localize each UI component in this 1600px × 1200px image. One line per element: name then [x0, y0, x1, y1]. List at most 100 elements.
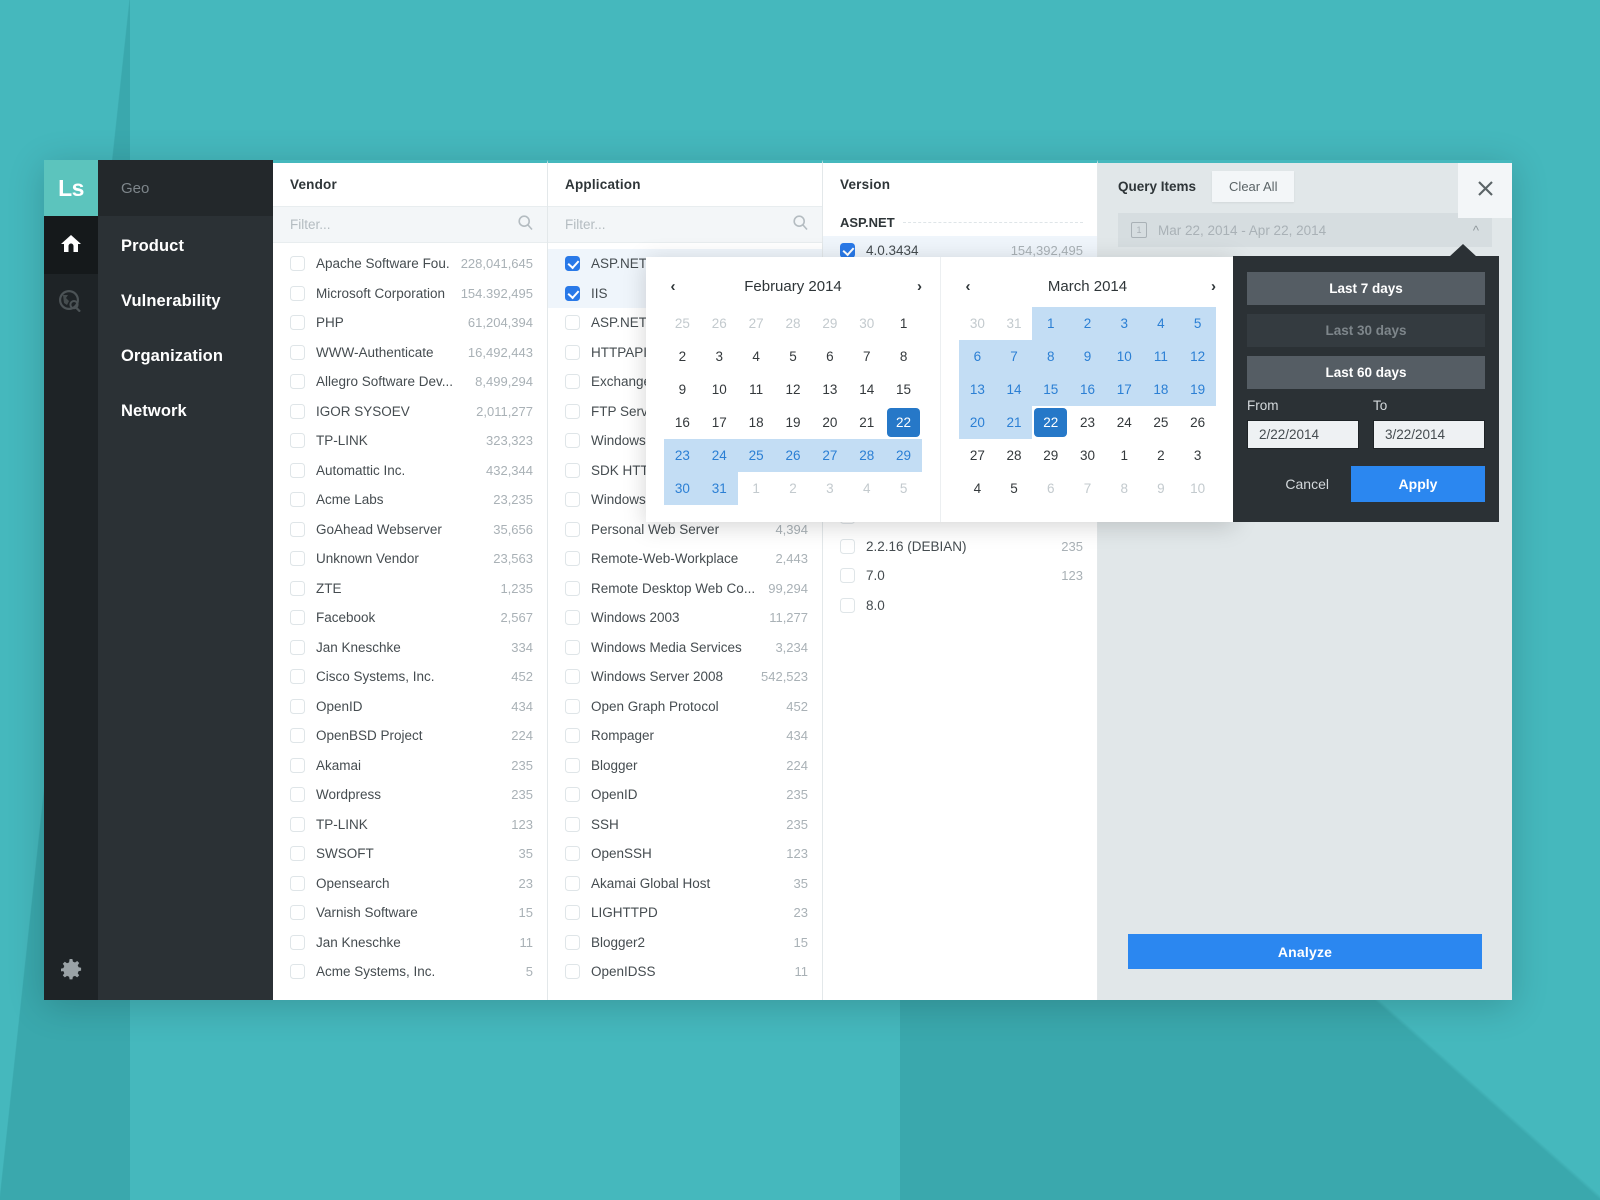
checkbox[interactable] [565, 846, 580, 862]
list-item[interactable]: Varnish Software 15 [273, 898, 547, 928]
checkbox[interactable] [290, 462, 305, 478]
list-item[interactable]: OpenBSD Project 224 [273, 721, 547, 751]
calendar-day[interactable]: 4 [848, 472, 885, 505]
calendar-day[interactable]: 9 [1069, 340, 1106, 373]
close-panel-button[interactable] [1458, 163, 1512, 218]
calendar-day[interactable]: 3 [1179, 439, 1216, 472]
calendar-day[interactable]: 26 [1179, 406, 1216, 439]
list-item[interactable]: Facebook 2,567 [273, 603, 547, 633]
calendar-day[interactable]: 28 [996, 439, 1033, 472]
checkbox[interactable] [290, 728, 305, 744]
list-item[interactable]: OpenSSH 123 [548, 839, 822, 869]
checkbox[interactable] [565, 669, 580, 685]
calendar-day[interactable]: 2 [1143, 439, 1180, 472]
calendar-day[interactable]: 2 [775, 472, 812, 505]
calendar-day[interactable]: 17 [701, 406, 738, 439]
calendar-day[interactable]: 30 [959, 307, 996, 340]
list-item[interactable]: Blogger 224 [548, 751, 822, 781]
checkbox[interactable] [565, 462, 580, 478]
list-item[interactable]: LIGHTTPD 23 [548, 898, 822, 928]
calendar-day[interactable]: 14 [848, 373, 885, 406]
list-item[interactable]: 2.2.16 (DEBIAN) 235 [823, 532, 1097, 562]
calendar-day[interactable]: 30 [664, 472, 701, 505]
calendar-day[interactable]: 17 [1105, 373, 1143, 406]
checkbox[interactable] [565, 875, 580, 891]
checkbox[interactable] [840, 597, 855, 613]
vendor-filter-input[interactable]: Filter... [273, 206, 547, 243]
cancel-button[interactable]: Cancel [1268, 467, 1346, 501]
calendar-day[interactable]: 19 [1179, 373, 1216, 406]
calendar-day[interactable]: 12 [775, 373, 812, 406]
calendar-day[interactable]: 23 [664, 439, 701, 472]
checkbox[interactable] [290, 285, 305, 301]
calendar-day[interactable]: 11 [1142, 340, 1180, 373]
calendar-day[interactable]: 16 [1069, 373, 1106, 406]
calendar-day[interactable]: 4 [959, 472, 996, 505]
checkbox[interactable] [565, 315, 580, 331]
list-item[interactable]: 7.0 123 [823, 561, 1097, 591]
calendar-day[interactable]: 21 [848, 406, 885, 439]
calendar-day[interactable]: 24 [700, 439, 738, 472]
calendar-day[interactable]: 10 [701, 373, 738, 406]
calendar-day[interactable]: 5 [775, 340, 812, 373]
checkbox[interactable] [290, 698, 305, 714]
calendar-day[interactable]: 9 [664, 373, 701, 406]
calendar-day[interactable]: 12 [1179, 340, 1216, 373]
calendar-day[interactable]: 26 [774, 439, 812, 472]
next-month-icon[interactable]: › [904, 278, 922, 295]
clear-all-button[interactable]: Clear All [1212, 170, 1295, 202]
checkbox[interactable] [565, 610, 580, 626]
list-item[interactable]: Unknown Vendor 23,563 [273, 544, 547, 574]
calendar-day[interactable]: 29 [1032, 439, 1069, 472]
calendar-day[interactable]: 3 [701, 340, 738, 373]
calendar-day[interactable]: 7 [848, 340, 885, 373]
calendar-day[interactable]: 22 [885, 406, 922, 439]
calendar-day[interactable]: 11 [738, 373, 775, 406]
list-item[interactable]: WWW-Authenticate 16,492,443 [273, 338, 547, 368]
calendar-day[interactable]: 25 [1143, 406, 1180, 439]
list-item[interactable]: Microsoft Corporation 154.392,495 [273, 279, 547, 309]
calendar-day[interactable]: 2 [664, 340, 701, 373]
checkbox[interactable] [565, 285, 580, 301]
checkbox[interactable] [290, 551, 305, 567]
list-item[interactable]: Cisco Systems, Inc. 452 [273, 662, 547, 692]
checkbox[interactable] [290, 492, 305, 508]
checkbox[interactable] [840, 243, 855, 259]
list-item[interactable]: 8.0 [823, 591, 1097, 621]
sidebar-item-vulnerability[interactable]: Vulnerability [98, 277, 273, 326]
checkbox[interactable] [565, 728, 580, 744]
to-input[interactable]: 3/22/2014 [1373, 420, 1485, 449]
checkbox[interactable] [290, 315, 305, 331]
checkbox[interactable] [290, 787, 305, 803]
calendar-day[interactable]: 1 [885, 307, 922, 340]
calendar-day[interactable]: 5 [996, 472, 1033, 505]
list-item[interactable]: Blogger2 15 [548, 928, 822, 958]
checkbox[interactable] [565, 757, 580, 773]
vendor-list[interactable]: Apache Software Fou... 228,041,645 Microso… [273, 243, 547, 987]
checkbox[interactable] [565, 639, 580, 655]
calendar-day[interactable]: 2 [1069, 307, 1106, 340]
analyze-button[interactable]: Analyze [1128, 934, 1482, 969]
prev-month-icon[interactable]: ‹ [959, 278, 977, 295]
list-item[interactable]: OpenID 235 [548, 780, 822, 810]
calendar-day[interactable]: 24 [1106, 406, 1143, 439]
list-item[interactable]: Windows Media Services 3,234 [548, 633, 822, 663]
rail-item-settings[interactable] [44, 959, 98, 986]
calendar-day[interactable]: 5 [1179, 307, 1216, 340]
calendar-day[interactable]: 31 [996, 307, 1033, 340]
calendar-day[interactable]: 4 [738, 340, 775, 373]
list-item[interactable]: ZTE 1,235 [273, 574, 547, 604]
list-item[interactable]: TP-LINK 323,323 [273, 426, 547, 456]
calendar-day[interactable]: 13 [811, 373, 848, 406]
checkbox[interactable] [565, 964, 580, 980]
calendar-day[interactable]: 27 [738, 307, 775, 340]
list-item[interactable]: PHP 61,204,394 [273, 308, 547, 338]
checkbox[interactable] [290, 846, 305, 862]
checkbox[interactable] [565, 816, 580, 832]
list-item[interactable]: Open Graph Protocol 452 [548, 692, 822, 722]
rail-item-home[interactable] [44, 216, 98, 274]
calendar-day[interactable]: 8 [885, 340, 922, 373]
calendar-day[interactable]: 23 [1069, 406, 1106, 439]
calendar-grid-february[interactable]: 25 26 27 28 29 30 1 2 3 4 5 6 7 8 9 10 11 12 13 14 15 16 17 18 1… [664, 307, 922, 505]
calendar-day[interactable]: 30 [848, 307, 885, 340]
